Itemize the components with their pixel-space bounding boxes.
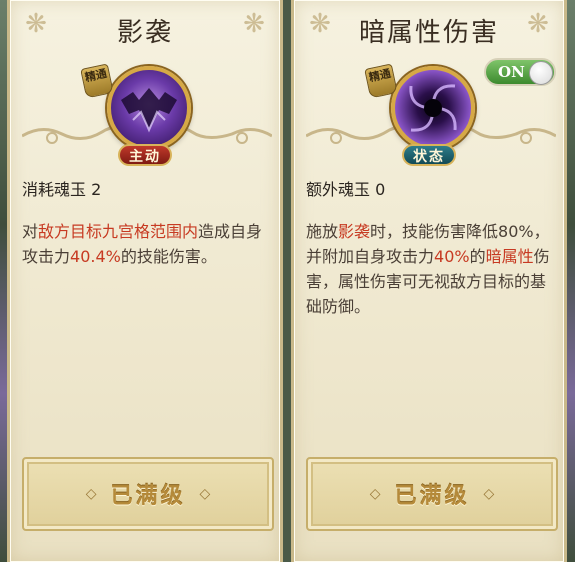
desc-highlight: 40.4% bbox=[70, 247, 121, 266]
mastery-seal: 精通 bbox=[364, 63, 398, 99]
max-level-button[interactable]: ◇ 已满级 ◇ bbox=[22, 457, 274, 531]
toggle-label: ON bbox=[498, 63, 525, 81]
soul-jade-cost: 消耗魂玉 2 bbox=[22, 176, 101, 200]
desc-highlight: 敌方目标九宫格范围内 bbox=[38, 222, 199, 241]
diamond-icon: ◇ bbox=[483, 486, 495, 502]
desc-text: 对 bbox=[22, 222, 39, 241]
cost-label: 消耗魂玉 bbox=[22, 180, 87, 199]
desc-highlight: 40% bbox=[434, 247, 470, 266]
bat-skill-icon bbox=[121, 88, 177, 133]
vortex-skill-icon bbox=[409, 84, 457, 132]
skill-title: 暗属性伤害 bbox=[358, 18, 499, 48]
diamond-icon: ◇ bbox=[199, 486, 211, 502]
max-level-label: 已满级 bbox=[394, 484, 470, 509]
background-edge-right bbox=[567, 0, 575, 562]
desc-highlight: 影袭 bbox=[338, 222, 371, 241]
soul-jade-cost: 额外魂玉 0 bbox=[306, 176, 385, 200]
cost-label: 额外魂玉 bbox=[306, 180, 371, 199]
mastery-seal: 精通 bbox=[80, 63, 114, 99]
skill-icon[interactable] bbox=[391, 66, 475, 150]
skill-icon[interactable] bbox=[107, 66, 191, 150]
max-level-label: 已满级 bbox=[110, 484, 186, 509]
diamond-icon: ◇ bbox=[85, 486, 97, 502]
skill-card-passive: ❋ ❋ 暗属性伤害 ON 精通 状态 额外魂玉 0 施放影袭时，技能伤害降低80… bbox=[291, 0, 567, 562]
cost-value: 0 bbox=[375, 180, 386, 199]
desc-highlight: 暗属性 bbox=[485, 247, 534, 266]
skill-type-badge: 主动 bbox=[118, 144, 172, 166]
effect-toggle[interactable]: ON bbox=[484, 58, 556, 86]
cost-value: 2 bbox=[91, 180, 102, 199]
desc-text: 施放 bbox=[306, 222, 339, 241]
skill-type-badge: 状态 bbox=[402, 144, 456, 166]
desc-text: 的 bbox=[469, 247, 486, 266]
skill-title: 影袭 bbox=[116, 18, 173, 48]
skill-description: 施放影袭时，技能伤害降低80%，并附加自身攻击力40%的暗属性伤害，属性伤害可无… bbox=[306, 219, 554, 319]
skill-card-active: ❋ ❋ 影袭 精通 主动 消耗魂玉 2 对敌方目标九宫格范围内造成自身攻击力40… bbox=[7, 0, 283, 562]
skill-description: 对敌方目标九宫格范围内造成自身攻击力40.4%的技能伤害。 bbox=[22, 219, 270, 269]
toggle-knob bbox=[529, 61, 553, 85]
diamond-icon: ◇ bbox=[369, 486, 381, 502]
desc-text: 的技能伤害。 bbox=[120, 247, 217, 266]
max-level-button[interactable]: ◇ 已满级 ◇ bbox=[306, 457, 558, 531]
